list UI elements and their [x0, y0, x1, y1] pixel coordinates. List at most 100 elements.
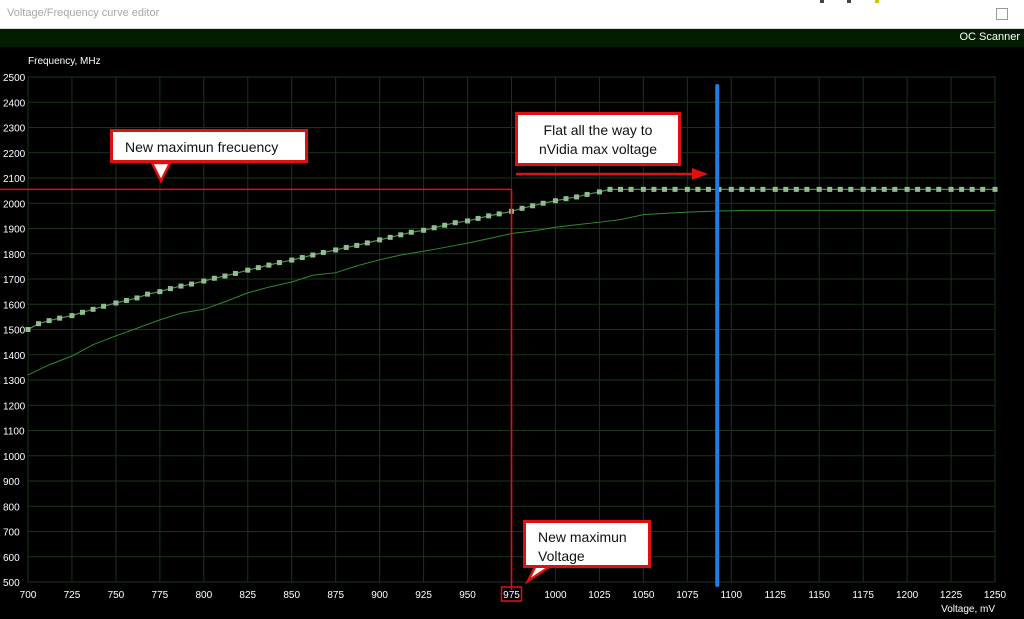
curve-point[interactable] [584, 191, 590, 197]
y-tick-label: 500 [3, 578, 20, 589]
curve-point[interactable] [695, 186, 701, 192]
window-control-icon[interactable] [847, 0, 851, 3]
curve-point[interactable] [959, 186, 965, 192]
curve-point[interactable] [640, 186, 646, 192]
curve-point[interactable] [969, 186, 975, 192]
oc-scanner-button[interactable]: OC Scanner [959, 31, 1020, 43]
curve-point[interactable] [607, 186, 613, 192]
curve-point[interactable] [816, 186, 822, 192]
curve-point[interactable] [892, 186, 898, 192]
curve-point[interactable] [739, 186, 745, 192]
x-tick-label: 1200 [896, 590, 919, 601]
curve-point[interactable] [772, 186, 778, 192]
curve-point[interactable] [496, 211, 502, 217]
curve-point[interactable] [574, 194, 580, 200]
curve-point[interactable] [232, 270, 238, 276]
curve-point[interactable] [398, 232, 404, 238]
curve-point[interactable] [46, 318, 52, 324]
curve-point[interactable] [343, 244, 349, 250]
curve-point[interactable] [310, 252, 316, 258]
curve-point[interactable] [684, 186, 690, 192]
curve-point[interactable] [728, 186, 734, 192]
curve-point[interactable] [377, 237, 383, 243]
curve-point[interactable] [201, 278, 207, 284]
curve-point[interactable] [123, 297, 129, 303]
curve-point[interactable] [276, 260, 282, 266]
curve-point[interactable] [245, 267, 251, 273]
curve-point[interactable] [672, 186, 678, 192]
curve-point[interactable] [211, 275, 217, 281]
curve-point[interactable] [925, 186, 931, 192]
curve-point[interactable] [992, 186, 998, 192]
curve-point[interactable] [333, 247, 339, 253]
curve-point[interactable] [266, 262, 272, 268]
curve-point[interactable] [189, 281, 195, 287]
x-tick-label: 1225 [940, 590, 963, 601]
curve-point[interactable] [860, 186, 866, 192]
max-voltage-callout: New maximun Voltage [523, 520, 651, 568]
x-tick-label: 1125 [764, 590, 786, 601]
x-tick-label: 725 [64, 590, 81, 601]
x-tick-label: 1000 [544, 590, 567, 601]
curve-point[interactable] [871, 186, 877, 192]
curve-point[interactable] [25, 327, 31, 332]
curve-point[interactable] [760, 186, 766, 192]
window-control-icon[interactable] [875, 0, 879, 3]
curve-point[interactable] [421, 227, 427, 233]
curve-point[interactable] [320, 249, 326, 255]
curve-point[interactable] [530, 203, 536, 209]
curve-point[interactable] [552, 198, 558, 204]
curve-point[interactable] [452, 220, 458, 226]
curve-point[interactable] [431, 225, 437, 231]
curve-point[interactable] [651, 186, 657, 192]
curve-point[interactable] [618, 186, 624, 192]
curve-point[interactable] [289, 257, 295, 263]
curve-point[interactable] [519, 205, 525, 211]
curve-point[interactable] [36, 321, 42, 327]
curve-point[interactable] [475, 215, 481, 221]
curve-point[interactable] [628, 186, 634, 192]
curve-point[interactable] [465, 218, 471, 224]
curve-point[interactable] [980, 186, 986, 192]
curve-point[interactable] [80, 309, 86, 315]
curve-point[interactable] [915, 186, 921, 192]
curve-point[interactable] [101, 303, 107, 309]
curve-point[interactable] [904, 186, 910, 192]
maximize-icon[interactable] [996, 8, 1008, 20]
curve-point[interactable] [222, 273, 228, 279]
curve-point[interactable] [157, 289, 163, 295]
curve-point[interactable] [783, 186, 789, 192]
curve-point[interactable] [69, 313, 75, 319]
curve-point[interactable] [749, 186, 755, 192]
curve-point[interactable] [661, 186, 667, 192]
curve-point[interactable] [442, 222, 448, 228]
curve-point[interactable] [705, 186, 711, 192]
window-control-icon[interactable] [820, 0, 824, 3]
curve-point[interactable] [804, 186, 810, 192]
curve-point[interactable] [145, 291, 151, 297]
curve-point[interactable] [486, 213, 492, 219]
curve-point[interactable] [255, 265, 261, 271]
curve-point[interactable] [57, 315, 63, 321]
curve-point[interactable] [134, 295, 140, 301]
curve-point[interactable] [364, 240, 370, 246]
curve-point[interactable] [936, 186, 942, 192]
x-axis-ticks: 700 725 750 775 800 825 850 875 900 925 950 975 1000… [20, 590, 1007, 601]
curve-point[interactable] [948, 186, 954, 192]
curve-point[interactable] [113, 300, 119, 306]
curve-point[interactable] [408, 229, 414, 235]
curve-point[interactable] [827, 186, 833, 192]
curve-point[interactable] [540, 200, 546, 206]
curve-point[interactable] [90, 306, 96, 312]
curve-point[interactable] [793, 186, 799, 192]
curve-point[interactable] [563, 196, 569, 202]
curve-point[interactable] [387, 234, 393, 240]
curve-point[interactable] [354, 242, 360, 248]
curve-point[interactable] [596, 189, 602, 195]
curve-point[interactable] [299, 255, 305, 261]
curve-point[interactable] [167, 286, 173, 292]
curve-point[interactable] [837, 186, 843, 192]
curve-point[interactable] [881, 186, 887, 192]
curve-point[interactable] [848, 186, 854, 192]
curve-point[interactable] [178, 283, 184, 289]
